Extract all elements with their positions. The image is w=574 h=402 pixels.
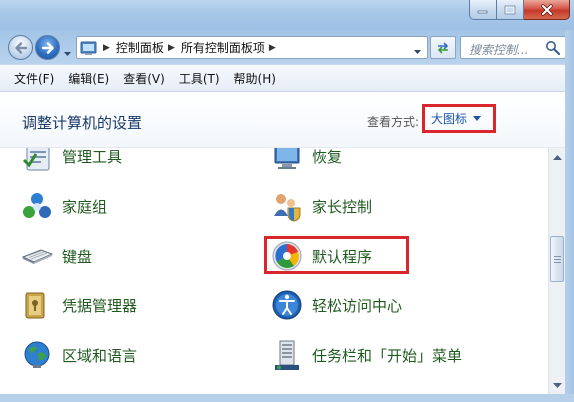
keyboard-icon [20, 239, 54, 273]
item-label: 键盘 [62, 247, 93, 266]
menu-edit[interactable]: 编辑(E) [61, 70, 116, 87]
item-keyboard[interactable]: 键盘 [20, 236, 92, 276]
admin-tools-icon [20, 148, 54, 173]
address-bar[interactable]: ▶ 控制面板 ▶ 所有控制面板项 ▶ [76, 36, 428, 59]
title-bar [0, 0, 574, 30]
recent-pages-dropdown[interactable] [63, 46, 72, 60]
scroll-down-button[interactable] [549, 377, 566, 394]
control-panel-items: 管理工具 恢复 家庭组 家长控制 键盘 默认程序 凭据管理器 轻松访问中心 区域… [0, 148, 548, 402]
view-by-label: 查看方式: [367, 115, 420, 129]
content-header: 调整计算机的设置 查看方式: 大图标 [0, 92, 574, 148]
address-history-dropdown[interactable] [413, 44, 422, 58]
caption-buttons [469, 0, 570, 21]
close-button[interactable] [524, 0, 570, 20]
breadcrumb-all-items[interactable]: 所有控制面板项 [181, 39, 265, 56]
item-taskbar-start-menu[interactable]: 任务栏和「开始」菜单 [270, 335, 462, 375]
scroll-down-icon [553, 382, 562, 388]
forward-arrow-icon [41, 41, 54, 54]
item-admin-tools[interactable]: 管理工具 [20, 148, 122, 176]
back-arrow-icon [14, 41, 27, 54]
navigation-bar: ▶ 控制面板 ▶ 所有控制面板项 ▶ 搜索控制... [0, 30, 574, 64]
control-panel-icon [79, 37, 99, 58]
item-label: 恢复 [312, 148, 343, 166]
back-button[interactable] [8, 35, 33, 60]
item-label: 轻松访问中心 [312, 296, 403, 315]
item-region-language[interactable]: 区域和语言 [20, 335, 137, 375]
credential-manager-icon [20, 288, 54, 322]
parental-controls-icon [270, 189, 304, 223]
item-ease-of-access[interactable]: 轻松访问中心 [270, 285, 402, 325]
item-label: 管理工具 [62, 148, 123, 166]
menu-tools[interactable]: 工具(T) [172, 70, 227, 87]
menu-file[interactable]: 文件(F) [0, 70, 61, 87]
item-label: 家庭组 [62, 197, 108, 216]
item-recovery[interactable]: 恢复 [270, 148, 342, 176]
region-language-icon [20, 338, 54, 372]
chevron-down-icon [414, 50, 421, 54]
scroll-up-button[interactable] [549, 148, 566, 165]
breadcrumb-separator: ▶ [103, 42, 110, 53]
ease-of-access-icon [270, 288, 304, 322]
breadcrumb-separator: ▶ [167, 42, 175, 53]
chevron-down-icon [64, 52, 71, 56]
menu-help[interactable]: 帮助(H) [227, 70, 283, 87]
default-programs-highlight-box [264, 236, 409, 274]
refresh-button[interactable] [430, 36, 456, 59]
item-credential-manager[interactable]: 凭据管理器 [20, 285, 137, 325]
view-by-dropdown[interactable]: 大图标 [422, 104, 496, 133]
page-title: 调整计算机的设置 [22, 114, 143, 132]
item-label: 凭据管理器 [62, 296, 138, 315]
refresh-icon [437, 41, 449, 54]
recovery-icon [270, 148, 304, 173]
vertical-scrollbar[interactable] [548, 148, 565, 394]
forward-button[interactable] [35, 35, 60, 60]
view-by-value[interactable]: 大图标 [431, 110, 467, 127]
search-box[interactable]: 搜索控制... [460, 36, 566, 59]
item-parental-controls[interactable]: 家长控制 [270, 186, 372, 226]
breadcrumb-control-panel[interactable]: 控制面板 [116, 39, 164, 56]
search-icon[interactable] [545, 40, 561, 56]
item-label: 任务栏和「开始」菜单 [312, 346, 463, 365]
search-placeholder: 搜索控制... [469, 43, 529, 57]
maximize-button[interactable] [497, 0, 524, 20]
taskbar-start-menu-icon [270, 338, 304, 372]
window-frame-right [565, 30, 574, 402]
window-frame-bottom [0, 394, 574, 402]
scroll-up-icon [553, 154, 562, 160]
breadcrumb-separator: ▶ [268, 42, 276, 53]
menu-bar: 文件(F) 编辑(E) 查看(V) 工具(T) 帮助(H) [0, 64, 574, 92]
item-homegroup[interactable]: 家庭组 [20, 186, 107, 226]
minimize-icon [477, 10, 488, 13]
minimize-button[interactable] [469, 0, 497, 20]
homegroup-icon [20, 189, 54, 223]
item-label: 区域和语言 [62, 346, 138, 365]
item-label: 家长控制 [312, 197, 373, 216]
maximize-icon [504, 5, 516, 14]
chevron-down-icon [473, 116, 482, 121]
close-icon [540, 3, 553, 16]
menu-view[interactable]: 查看(V) [116, 70, 172, 87]
scroll-thumb[interactable] [550, 236, 564, 282]
